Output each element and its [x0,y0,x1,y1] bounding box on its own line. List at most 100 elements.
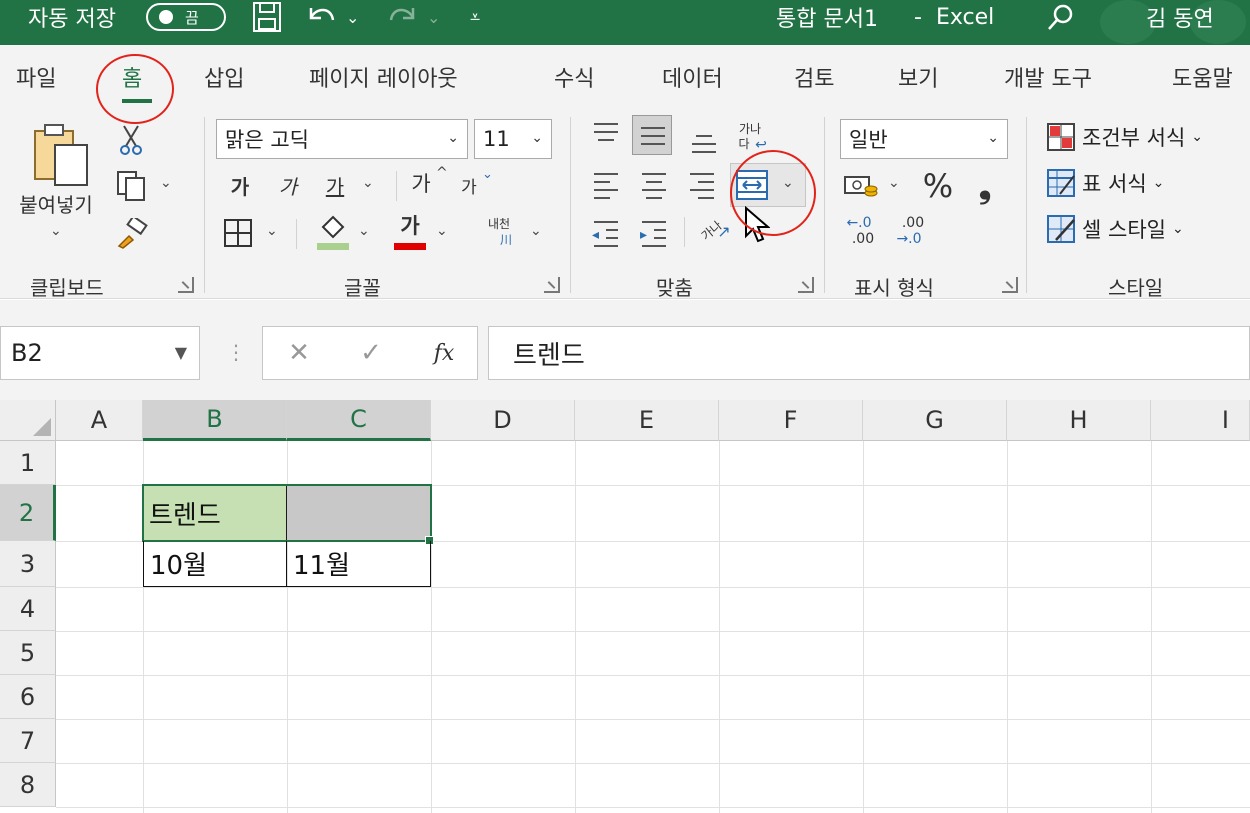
enter-icon[interactable]: ✓ [355,337,387,369]
grow-font-button[interactable]: 가 [406,167,436,199]
number-format-dropdown-icon[interactable]: ⌄ [987,130,999,146]
borders-icon[interactable] [222,217,254,249]
accounting-format-dropdown-icon[interactable]: ⌄ [888,175,900,191]
row-header-4[interactable]: 4 [0,587,56,631]
column-header-b[interactable]: B [143,400,287,441]
insert-function-icon[interactable]: fx [427,337,461,369]
tab-view[interactable]: 보기 [898,61,938,93]
column-header-g[interactable]: G [863,400,1007,441]
row-header-2[interactable]: 2 [0,485,56,541]
tab-file[interactable]: 파일 [16,61,56,93]
tab-developer[interactable]: 개발 도구 [1004,61,1092,93]
tab-review[interactable]: 검토 [794,61,834,93]
row-header-7[interactable]: 7 [0,719,56,763]
align-right-button[interactable] [682,165,722,205]
align-middle-button[interactable] [632,115,672,155]
shrink-font-caret-icon: ⌄ [482,167,493,182]
row-header-5[interactable]: 5 [0,631,56,675]
font-launcher-icon[interactable] [544,277,560,293]
font-name-combo[interactable]: 맑은 고딕 ⌄ [216,119,468,159]
app-name: Excel [936,4,995,30]
tab-data[interactable]: 데이터 [662,61,723,93]
font-size-combo[interactable]: 11 ⌄ [474,119,552,159]
row-header-3[interactable]: 3 [0,541,56,587]
decrease-decimal-top[interactable]: .00 [896,215,930,231]
tab-insert[interactable]: 삽입 [204,61,244,93]
fill-color-dropdown-icon[interactable]: ⌄ [358,223,370,239]
font-size-dropdown-icon[interactable]: ⌄ [531,130,543,146]
tab-page-layout[interactable]: 페이지 레이아웃 [309,61,458,93]
cell-styles-button[interactable]: 셀 스타일 ⌄ [1046,209,1184,249]
accounting-format-icon[interactable] [842,171,880,203]
phonetic-dropdown-icon[interactable]: ⌄ [530,223,542,239]
save-icon[interactable] [252,0,282,34]
name-box-dropdown-icon[interactable]: ▼ [175,343,187,362]
paste-icon[interactable] [30,123,92,187]
alignment-launcher-icon[interactable] [798,277,814,293]
autosave-toggle[interactable]: 끔 [146,3,226,31]
phonetic-top[interactable]: 내천 [484,215,514,231]
cancel-icon[interactable]: ✕ [283,337,315,369]
cell-styles-label: 셀 스타일 [1082,218,1166,242]
increase-decimal-top[interactable]: ←.0 [842,215,876,231]
annotation-circle-merge-button [730,150,816,236]
row-header-6[interactable]: 6 [0,675,56,719]
cell-b3[interactable]: 10월 [143,541,287,587]
copy-dropdown-icon[interactable]: ⌄ [160,175,172,191]
align-bottom-button[interactable] [684,119,724,159]
column-header-f[interactable]: F [719,400,863,441]
underline-button[interactable]: 가 [320,169,350,201]
number-launcher-icon[interactable] [1002,277,1018,293]
number-format-combo[interactable]: 일반 ⌄ [840,119,1008,159]
clipboard-launcher-icon[interactable] [178,277,194,293]
borders-dropdown-icon[interactable]: ⌄ [266,223,278,239]
column-header-h[interactable]: H [1007,400,1151,441]
user-name[interactable]: 김 동연 [1146,0,1214,34]
toggle-knob [159,10,173,24]
align-left-button[interactable] [586,165,626,205]
fill-color-icon[interactable] [314,213,350,251]
paste-dropdown-icon[interactable]: ⌄ [50,223,62,239]
cell-c3[interactable]: 11월 [287,541,431,587]
gridline [56,807,1250,808]
font-color-dropdown-icon[interactable]: ⌄ [436,223,448,239]
formula-input[interactable]: 트렌드 [488,326,1250,380]
font-name-dropdown-icon[interactable]: ⌄ [447,130,459,146]
column-header-a[interactable]: A [56,400,143,441]
undo-dropdown-icon[interactable]: ⌄ [346,0,359,34]
shrink-font-button[interactable]: 가 [456,171,482,199]
tab-formulas[interactable]: 수식 [554,61,594,93]
italic-button[interactable]: 가 [274,169,302,201]
search-icon[interactable] [1046,0,1076,34]
name-box[interactable]: B2 ▼ [0,326,200,380]
format-as-table-button[interactable]: 표 서식 ⌄ [1046,163,1164,203]
format-as-table-icon [1046,168,1076,198]
column-header-i[interactable]: I [1151,400,1250,441]
comma-style-button[interactable]: ❟ [970,167,1000,205]
bold-button[interactable]: 가 [226,169,254,201]
selection-border [142,484,432,542]
column-header-c[interactable]: C [287,400,431,441]
format-painter-icon[interactable] [114,217,150,251]
formula-bar-grip-icon[interactable]: ⋮ [226,340,246,364]
align-top-button[interactable] [586,115,626,155]
gridline [1151,441,1152,813]
align-center-button[interactable] [634,165,674,205]
customize-quick-access-icon[interactable]: ⩡ [470,0,480,34]
percent-style-button[interactable]: % [918,167,958,205]
redo-icon [385,0,419,34]
column-header-d[interactable]: D [431,400,575,441]
worksheet-grid[interactable]: A B C D E F G H I 1 2 3 4 5 6 7 8 트렌드 10… [0,400,1250,813]
copy-icon[interactable] [114,169,148,203]
undo-icon[interactable] [305,0,339,34]
row-header-8[interactable]: 8 [0,763,56,807]
conditional-formatting-button[interactable]: 조건부 서식 ⌄ [1046,117,1203,157]
select-all-button[interactable] [0,400,56,441]
underline-dropdown-icon[interactable]: ⌄ [362,175,374,191]
paste-label[interactable]: 붙여넣기 [8,189,104,217]
row-header-1[interactable]: 1 [0,441,56,485]
column-header-e[interactable]: E [575,400,719,441]
font-color-button[interactable]: 가 [394,209,426,241]
tab-help[interactable]: 도움말 [1172,61,1233,93]
cut-icon[interactable] [116,123,146,157]
